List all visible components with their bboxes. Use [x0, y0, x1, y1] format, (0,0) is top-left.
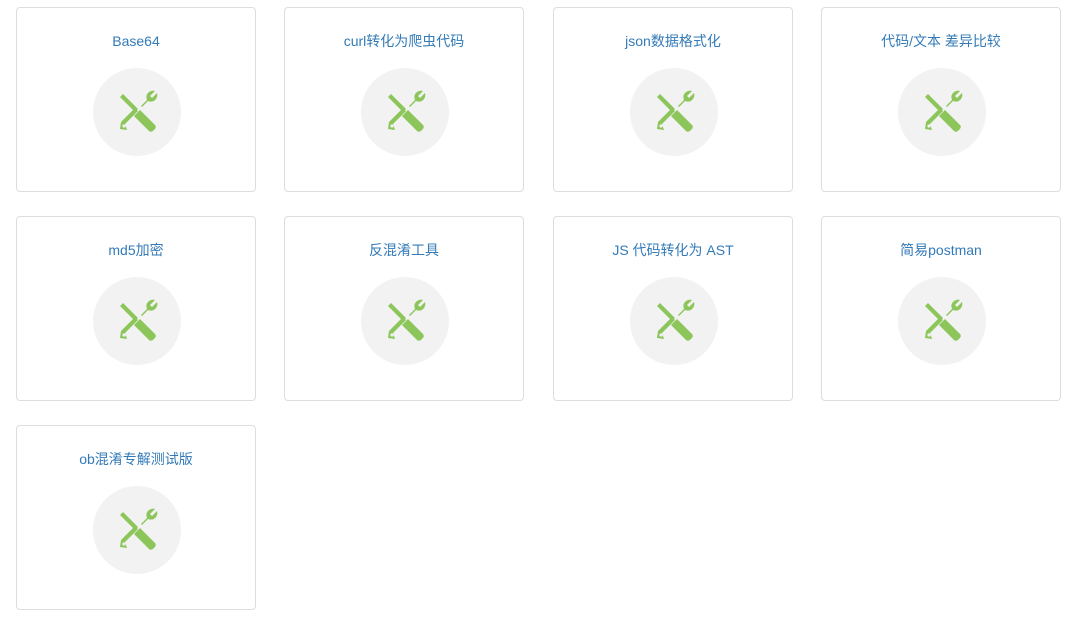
tools-icon [388, 90, 426, 132]
tool-card-deobfuscator[interactable]: 反混淆工具 [284, 216, 524, 401]
tools-icon-circle [361, 277, 449, 365]
tools-icon [120, 299, 158, 341]
tool-grid: Base64 curl转化为爬虫代码 json数据格式化 代码/文本 差异比较 … [0, 0, 1083, 619]
tool-title: 反混淆工具 [369, 242, 439, 258]
tools-icon-circle [898, 68, 986, 156]
tools-icon [657, 299, 695, 341]
tools-icon-circle [93, 486, 181, 574]
tool-card-js-to-ast[interactable]: JS 代码转化为 AST [553, 216, 793, 401]
tools-icon-circle [93, 277, 181, 365]
tools-icon-circle [361, 68, 449, 156]
tool-card-simple-postman[interactable]: 简易postman [821, 216, 1061, 401]
tool-title: ob混淆专解测试版 [79, 451, 193, 467]
tool-card-base64[interactable]: Base64 [16, 7, 256, 192]
tools-icon [120, 508, 158, 550]
tools-icon-circle [630, 68, 718, 156]
tool-title: 简易postman [900, 242, 982, 258]
tools-icon [388, 299, 426, 341]
tools-icon [657, 90, 695, 132]
tool-title: 代码/文本 差异比较 [881, 33, 1001, 49]
tools-icon [120, 90, 158, 132]
tool-card-ob-deobfuscator-beta[interactable]: ob混淆专解测试版 [16, 425, 256, 610]
tool-card-md5[interactable]: md5加密 [16, 216, 256, 401]
tool-card-json-formatter[interactable]: json数据格式化 [553, 7, 793, 192]
tools-icon-circle [93, 68, 181, 156]
tool-card-curl-converter[interactable]: curl转化为爬虫代码 [284, 7, 524, 192]
tools-icon [925, 90, 963, 132]
tool-title: md5加密 [108, 242, 164, 258]
tool-card-diff-compare[interactable]: 代码/文本 差异比较 [821, 7, 1061, 192]
tool-title: json数据格式化 [625, 33, 721, 49]
tool-title: Base64 [112, 33, 160, 49]
tools-icon-circle [898, 277, 986, 365]
tool-title: curl转化为爬虫代码 [343, 33, 465, 49]
tools-icon-circle [630, 277, 718, 365]
tool-title: JS 代码转化为 AST [612, 242, 734, 258]
tools-icon [925, 299, 963, 341]
